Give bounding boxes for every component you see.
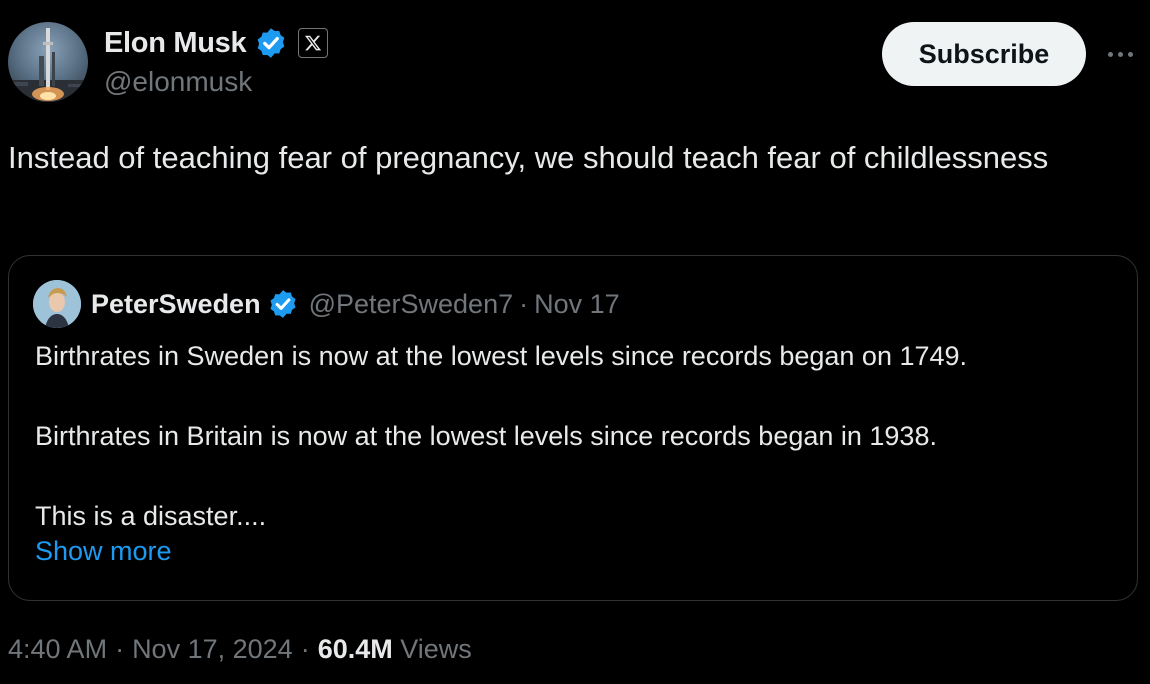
tweet: Elon Musk @elonmusk Subscribe Instead of… (0, 0, 1150, 684)
author-avatar[interactable] (8, 22, 88, 102)
tweet-date[interactable]: Nov 17, 2024 (132, 634, 293, 665)
quote-date[interactable]: Nov 17 (534, 289, 620, 320)
author-display-name[interactable]: Elon Musk (104, 27, 247, 60)
quote-author-avatar[interactable] (33, 280, 81, 328)
person-portrait-image (33, 280, 81, 328)
rocket-launch-image (8, 28, 88, 102)
author-name-row: Elon Musk (104, 24, 329, 62)
x-affiliate-icon (298, 28, 329, 58)
quote-text: Birthrates in Sweden is now at the lowes… (35, 336, 1125, 536)
quote-author-name[interactable]: PeterSweden (91, 289, 261, 320)
show-more-link[interactable]: Show more (35, 536, 172, 567)
views-stat[interactable]: 60.4M Views (318, 634, 472, 665)
quote-paragraph: This is a disaster.... (35, 501, 267, 531)
separator-dot: · (300, 634, 310, 664)
tweet-time[interactable]: 4:40 AM (8, 634, 107, 665)
quote-author-handle[interactable]: @PeterSweden7 (309, 289, 514, 320)
separator-dot: · (115, 634, 125, 664)
separator-dot: · (519, 288, 529, 319)
verified-badge-icon (270, 290, 296, 318)
views-label: Views (400, 634, 472, 664)
quote-header: PeterSweden @PeterSweden7 · Nov 17 (91, 284, 620, 324)
views-count: 60.4M (317, 634, 393, 664)
author-handle[interactable]: @elonmusk (104, 66, 252, 98)
quote-paragraph: Birthrates in Sweden is now at the lowes… (35, 341, 968, 371)
tweet-meta: 4:40 AM · Nov 17, 2024 · 60.4M Views (8, 634, 472, 665)
more-horizontal-icon[interactable] (1100, 36, 1140, 72)
quote-paragraph: Birthrates in Britain is now at the lowe… (35, 421, 937, 451)
verified-badge-icon (258, 28, 285, 58)
subscribe-button[interactable]: Subscribe (882, 22, 1086, 86)
quoted-tweet-card[interactable]: PeterSweden @PeterSweden7 · Nov 17 Birth… (8, 255, 1138, 601)
tweet-text: Instead of teaching fear of pregnancy, w… (8, 140, 1049, 175)
